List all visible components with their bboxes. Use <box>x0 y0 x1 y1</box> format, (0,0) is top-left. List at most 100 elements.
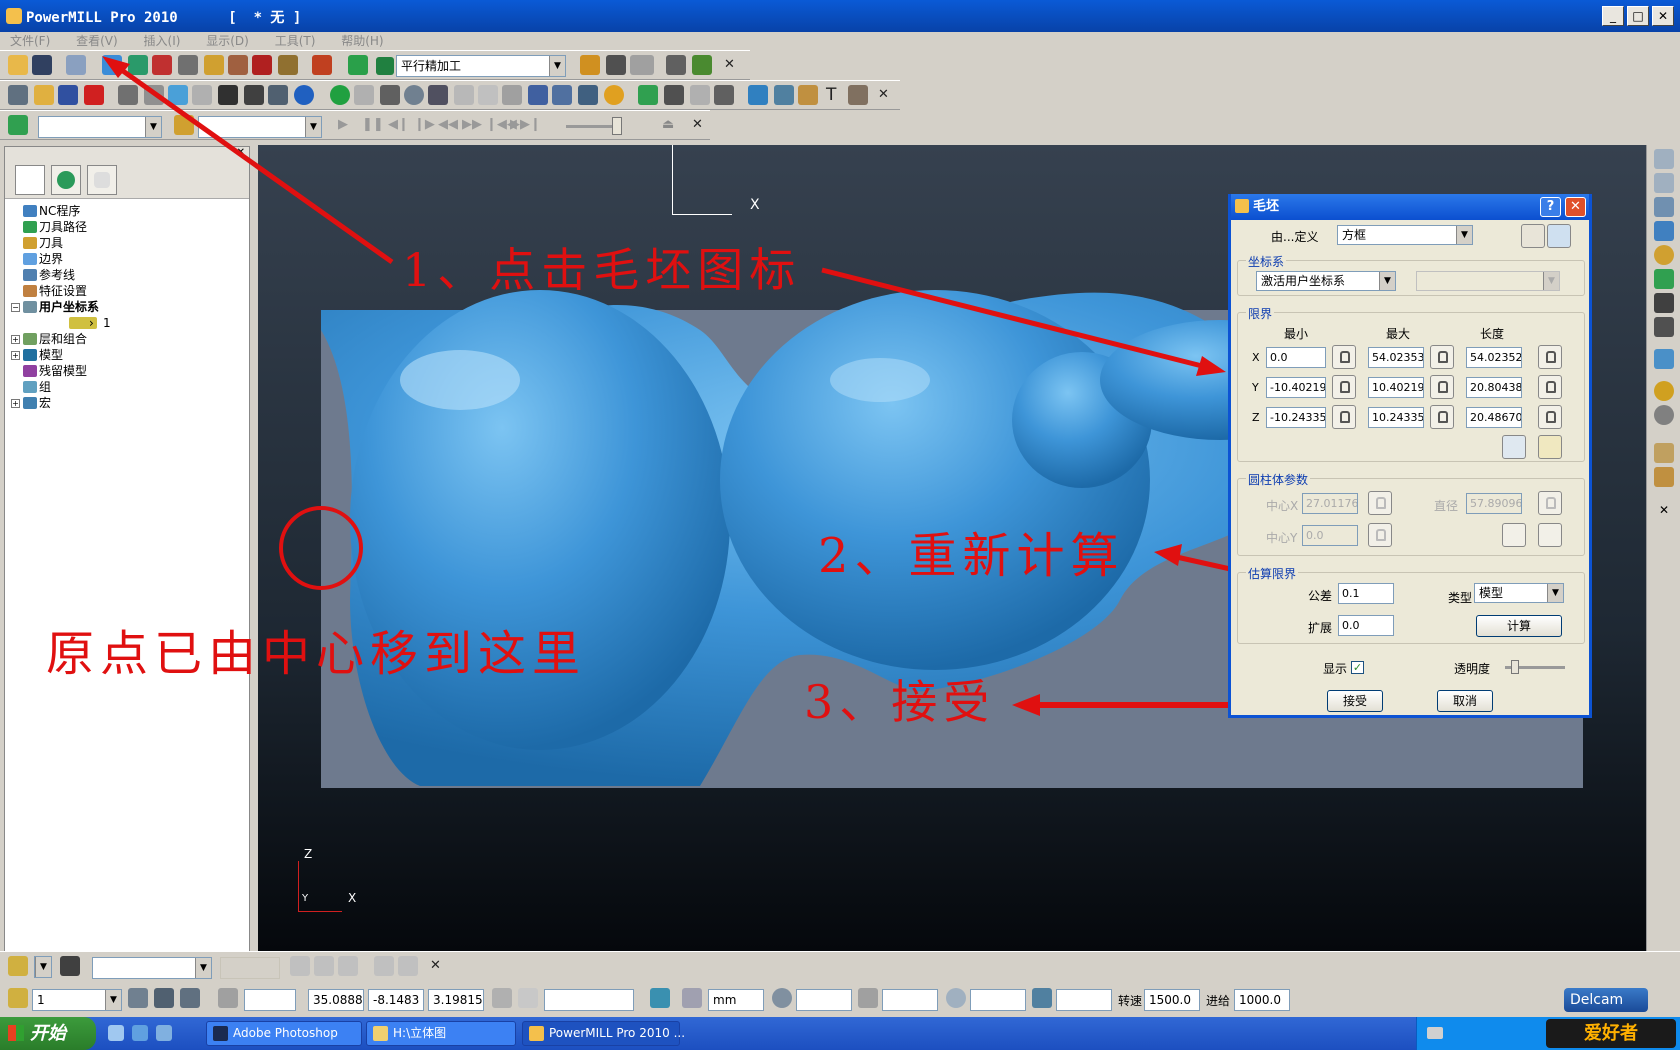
select-cursor-icon[interactable] <box>1654 443 1674 463</box>
opacity-slider[interactable] <box>1505 660 1565 674</box>
tree-item-groups[interactable]: 组 <box>19 379 111 395</box>
menu-insert[interactable]: 插入(I) <box>144 32 181 50</box>
sphere-icon[interactable] <box>1654 381 1674 401</box>
toolpath-small-icon[interactable] <box>8 115 28 135</box>
maximize-button[interactable]: □ <box>1627 6 1649 26</box>
z-max-field[interactable]: 10.243354 <box>1368 407 1424 428</box>
save-project-icon[interactable] <box>32 55 52 75</box>
y-max-lock-icon[interactable] <box>1430 375 1454 399</box>
gear-icon[interactable] <box>404 85 424 105</box>
simulation-icon[interactable] <box>580 55 600 75</box>
cube-b-icon[interactable] <box>154 988 174 1008</box>
workplane-dropdown[interactable]: ▼ <box>34 956 52 978</box>
tool-holder-icon[interactable] <box>858 988 878 1008</box>
toolpath-select-icon[interactable] <box>144 85 164 105</box>
chevron-down-icon[interactable]: ▼ <box>1456 226 1472 244</box>
pen-icon[interactable] <box>354 85 374 105</box>
info-icon[interactable] <box>294 85 314 105</box>
z-min-field[interactable]: -10.24335 <box>1266 407 1326 428</box>
coord-workplane-combo[interactable]: ▼ <box>1416 271 1560 291</box>
menu-tools[interactable]: 工具(T) <box>275 32 316 50</box>
feed-field[interactable]: 1000.0 <box>1234 989 1290 1011</box>
angle-icon[interactable] <box>1032 988 1052 1008</box>
dialog-close-button[interactable]: ✕ <box>1565 197 1586 217</box>
zoom-icon[interactable] <box>1654 245 1674 265</box>
shaded-icon[interactable] <box>1654 349 1674 369</box>
rapid-move-icon[interactable] <box>128 55 148 75</box>
panel-close-icon[interactable]: ✕ <box>237 147 245 158</box>
grid-icon[interactable] <box>664 85 684 105</box>
tolerance-field[interactable]: 0.1 <box>1338 583 1394 604</box>
coord-y-field[interactable]: -8.1483 <box>368 989 424 1011</box>
tree-item-tools[interactable]: 刀具 <box>19 235 111 251</box>
collapse-icon[interactable]: − <box>11 303 20 312</box>
tool-small-icon[interactable] <box>174 115 194 135</box>
pattern-icon[interactable] <box>218 85 238 105</box>
desktop-icon[interactable] <box>108 1025 124 1041</box>
expand-icon[interactable]: + <box>11 335 20 344</box>
task-powermill[interactable]: PowerMILL Pro 2010 ... <box>522 1021 685 1046</box>
step-forward-icon[interactable]: ❙▶ <box>414 117 435 132</box>
pick-icon[interactable] <box>1654 467 1674 487</box>
abc-icon[interactable] <box>268 85 288 105</box>
tree-item-workplane-1[interactable]: › 1 <box>19 315 111 331</box>
y-len-lock-icon[interactable] <box>1538 375 1562 399</box>
tree-item-workplanes[interactable]: − 用户坐标系 <box>11 299 111 315</box>
tree-item-featuresets[interactable]: 特征设置 <box>19 283 111 299</box>
define-combo[interactable]: 方框 ▼ <box>1337 225 1473 245</box>
units-field[interactable]: mm <box>708 989 764 1011</box>
cube-icon[interactable] <box>798 85 818 105</box>
select-icon[interactable] <box>118 85 138 105</box>
y-len-field[interactable]: 20.804382 <box>1466 377 1522 398</box>
tool-block-icon[interactable] <box>1547 224 1571 248</box>
props-icon[interactable] <box>848 85 868 105</box>
parallel-finish-icon[interactable] <box>348 55 368 75</box>
clock-icon[interactable] <box>604 85 624 105</box>
toolpath-strategy-icon[interactable] <box>312 55 332 75</box>
close-window-button[interactable]: ✕ <box>1652 6 1674 26</box>
keyboard-icon[interactable] <box>1427 1027 1443 1039</box>
tree-item-macros[interactable]: + 宏 <box>11 395 111 411</box>
spindle-field[interactable]: 1500.0 <box>1144 989 1200 1011</box>
speed-slider[interactable] <box>566 117 622 135</box>
measure-icon[interactable] <box>380 85 400 105</box>
axis-icon[interactable] <box>714 85 734 105</box>
pattern-edit-icon[interactable] <box>666 55 686 75</box>
tool-combo[interactable]: ▼ <box>198 116 322 138</box>
z-min-lock-icon[interactable] <box>1332 405 1356 429</box>
expand-icon[interactable]: + <box>11 399 20 408</box>
feeds-speeds-icon[interactable] <box>152 55 172 75</box>
refresh-icon[interactable] <box>1654 269 1674 289</box>
iso-view-icon[interactable] <box>8 85 28 105</box>
x-max-field[interactable]: 54.02353 <box>1368 347 1424 368</box>
slider-thumb[interactable] <box>612 117 622 135</box>
close-status-toolbar-icon[interactable]: ✕ <box>430 958 441 973</box>
model-select-icon[interactable] <box>192 85 212 105</box>
ie-icon[interactable] <box>132 1025 148 1041</box>
view-side-icon[interactable] <box>1654 173 1674 193</box>
menu-view[interactable]: 查看(V) <box>76 32 118 50</box>
x-len-field[interactable]: 54.023529 <box>1466 347 1522 368</box>
x-min-lock-icon[interactable] <box>1332 345 1356 369</box>
calculate-button[interactable]: 计算 <box>1476 615 1562 637</box>
calculator-icon[interactable] <box>606 55 626 75</box>
chevron-down-icon[interactable]: ▼ <box>145 117 161 137</box>
star-icon[interactable] <box>774 85 794 105</box>
chevron-down-icon[interactable]: ▼ <box>549 56 565 76</box>
key-icon[interactable] <box>1538 435 1562 459</box>
step-back-icon[interactable]: ◀❙ <box>388 117 409 132</box>
show-checkbox[interactable]: ✓ <box>1351 661 1364 674</box>
tab-html[interactable] <box>51 165 81 195</box>
verify-icon[interactable] <box>278 55 298 75</box>
tree-item-models[interactable]: + 模型 <box>11 347 111 363</box>
coord-x-field[interactable]: 35.0888 <box>308 989 364 1011</box>
help-button[interactable]: ? <box>1540 197 1561 217</box>
task-folder[interactable]: H:\立体图 <box>366 1021 516 1046</box>
opacity-slider-thumb[interactable] <box>1511 660 1519 674</box>
table-icon[interactable] <box>502 85 522 105</box>
start-button[interactable]: 开始 <box>0 1017 96 1050</box>
view-top-icon[interactable] <box>1654 197 1674 217</box>
lock-all-icon[interactable] <box>1502 435 1526 459</box>
tree-item-toolpaths[interactable]: 刀具路径 <box>19 219 111 235</box>
morph-icon[interactable] <box>690 85 710 105</box>
